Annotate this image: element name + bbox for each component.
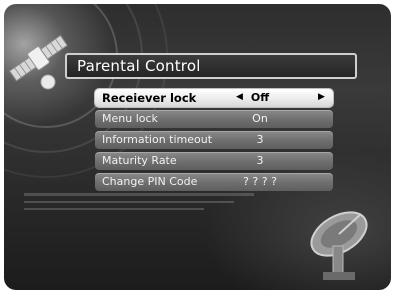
title-bar: Parental Control xyxy=(65,53,357,79)
page-title: Parental Control xyxy=(77,57,201,75)
menu-item-receiver-lock[interactable]: Receiever lock ◀ Off ▶ xyxy=(95,89,333,107)
menu-item-change-pin-code[interactable]: Change PIN Code ? ? ? ? xyxy=(95,173,333,191)
menu-item-label: Maturity Rate xyxy=(102,154,177,167)
menu-item-label: Menu lock xyxy=(102,112,158,125)
menu-item-value: On xyxy=(252,112,268,125)
menu-item-maturity-rate[interactable]: Maturity Rate 3 xyxy=(95,152,333,170)
menu-item-menu-lock[interactable]: Menu lock On xyxy=(95,110,333,128)
menu-item-value: 3 xyxy=(256,133,264,146)
menu-item-information-timeout[interactable]: Information timeout 3 xyxy=(95,131,333,149)
satellite-dish-icon xyxy=(310,211,368,280)
satellite-icon xyxy=(8,34,68,90)
tv-screen: Parental Control Receiever lock ◀ Off ▶ … xyxy=(4,4,391,290)
menu-item-label: Receiever lock xyxy=(102,91,197,105)
menu-item-label: Information timeout xyxy=(102,133,213,146)
triangle-right-icon[interactable]: ▶ xyxy=(318,92,325,102)
menu-item-value: Off xyxy=(250,91,270,104)
parental-control-menu: Receiever lock ◀ Off ▶ Menu lock On Info… xyxy=(95,89,333,194)
menu-item-value: 3 xyxy=(256,154,264,167)
menu-item-value: ? ? ? ? xyxy=(243,175,277,188)
menu-item-label: Change PIN Code xyxy=(102,175,198,188)
